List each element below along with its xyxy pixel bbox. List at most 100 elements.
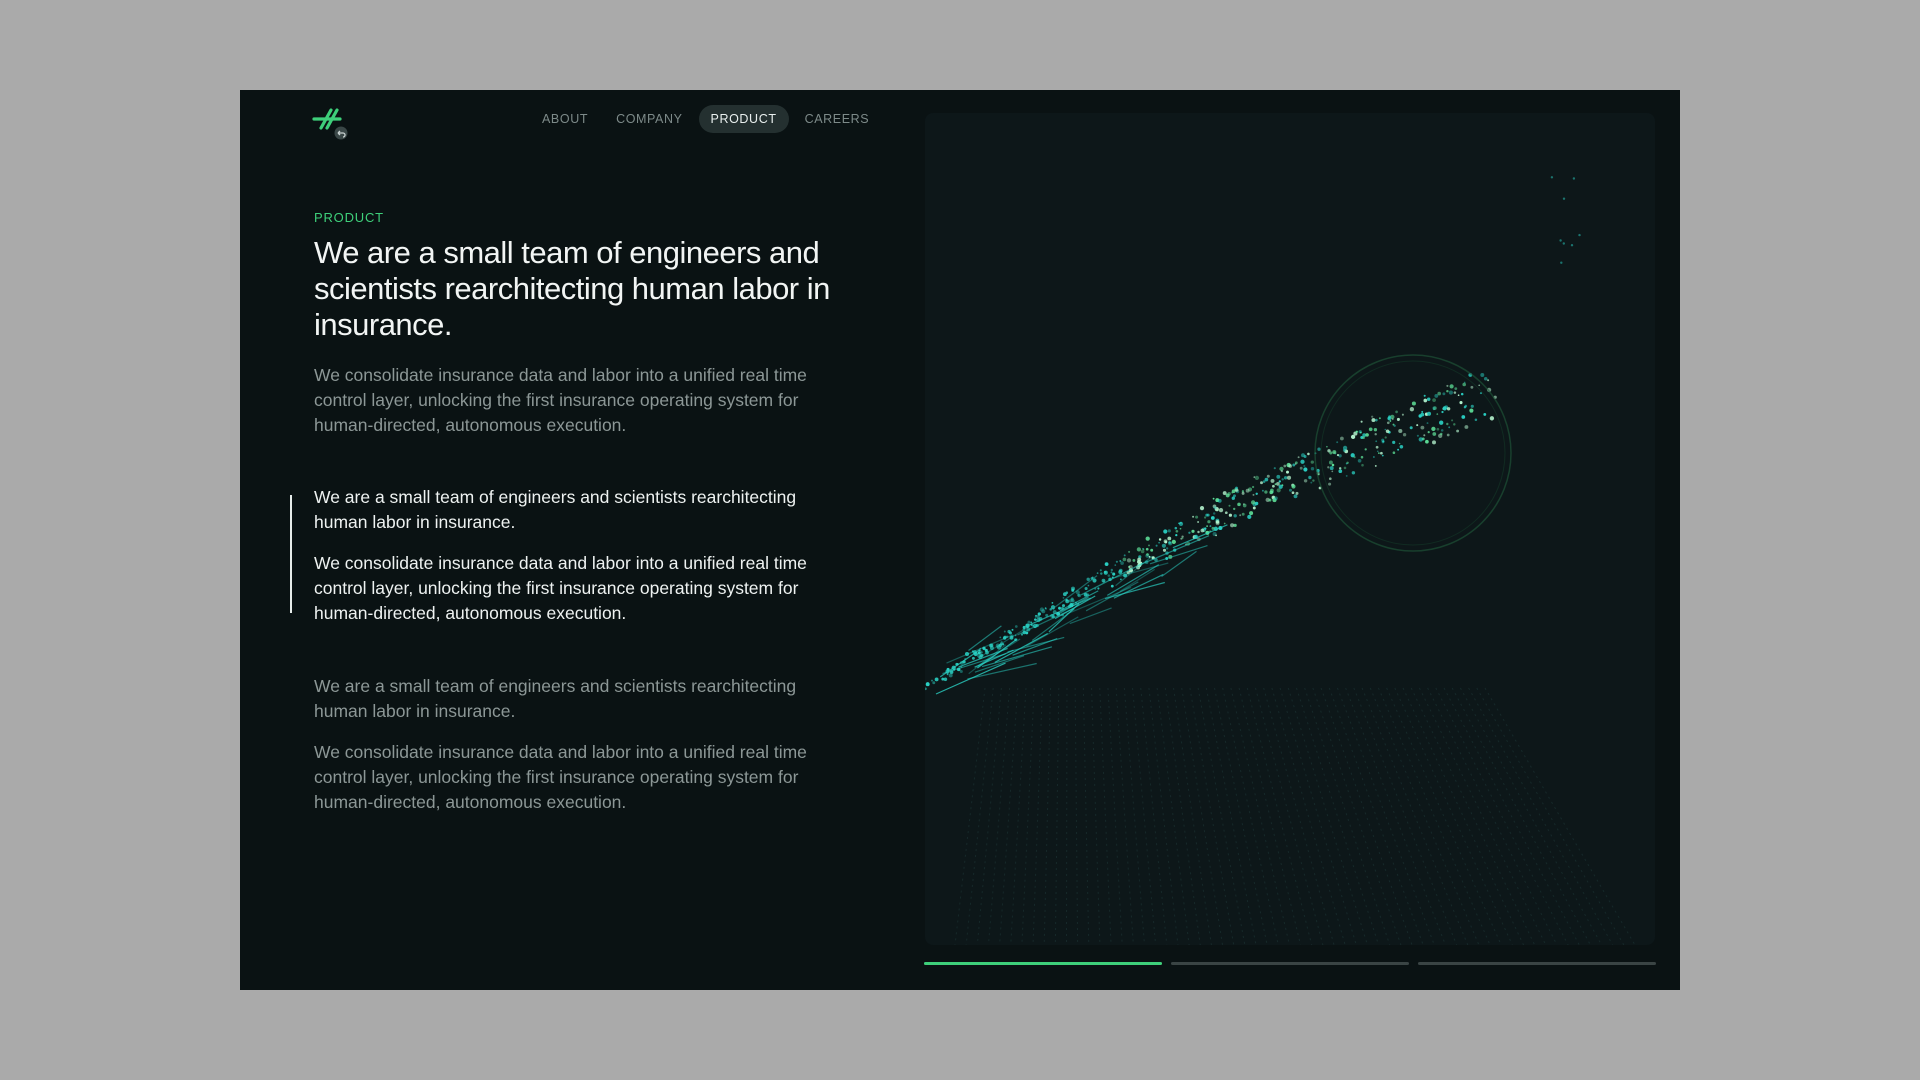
feature-item-2[interactable]: We are a small team of engineers and sci… [314, 674, 834, 831]
particle [1207, 520, 1211, 524]
particle [1331, 470, 1334, 473]
floor-grid-line [1043, 687, 1052, 945]
floor-grid-line [1054, 687, 1060, 945]
particle [1409, 407, 1415, 412]
particle [1336, 441, 1339, 444]
particle [1489, 416, 1495, 421]
floor-grid-line [1304, 687, 1391, 945]
particle [1058, 606, 1062, 610]
particle [1483, 376, 1488, 381]
particle [1175, 533, 1178, 537]
particle [1253, 476, 1256, 478]
particle [1191, 529, 1195, 533]
particle [1145, 536, 1150, 541]
particle [1401, 413, 1404, 416]
particle [1446, 407, 1451, 411]
particle [1378, 417, 1381, 420]
particle [1233, 514, 1237, 518]
particle [1432, 440, 1436, 445]
particle [1003, 630, 1006, 633]
particle [941, 677, 945, 681]
particle [1249, 511, 1254, 516]
particle [1281, 478, 1284, 481]
particle [1096, 572, 1099, 574]
floor-grid-line [1418, 687, 1547, 945]
particle [1237, 502, 1241, 507]
logo-asterisk-icon[interactable] [312, 106, 354, 146]
particle [1310, 460, 1314, 464]
particle [1427, 430, 1430, 434]
particle [1126, 558, 1132, 563]
particle [1375, 445, 1379, 449]
nav-item-careers[interactable]: CAREERS [793, 105, 882, 133]
particle [1061, 604, 1066, 608]
nav-item-company[interactable]: COMPANY [604, 105, 694, 133]
particle [1307, 452, 1310, 456]
particle [1254, 501, 1259, 506]
floor-grid-line [1156, 687, 1190, 945]
particle [1273, 467, 1276, 470]
particle [1381, 440, 1385, 444]
particle [1071, 599, 1075, 603]
particle [1331, 463, 1335, 467]
particle [1392, 440, 1396, 444]
floor-grid-line [1173, 687, 1212, 945]
particle [1570, 244, 1574, 247]
particle [1203, 516, 1207, 519]
particle [1446, 433, 1450, 437]
floor-grid-line [1115, 687, 1134, 945]
floor-grid-line [1459, 687, 1602, 945]
particle [1399, 445, 1404, 449]
floor-grid-line [1099, 687, 1112, 945]
feature-item-1[interactable]: We are a small team of engineers and sci… [314, 485, 834, 642]
particle [1432, 406, 1436, 410]
particle [1197, 521, 1200, 523]
particle [1270, 478, 1275, 483]
floor-grid-line [1197, 687, 1246, 945]
main-nav: ABOUT COMPANY PRODUCT CAREERS [530, 105, 881, 133]
feature-title: We are a small team of engineers and sci… [314, 487, 797, 532]
particle [1150, 548, 1154, 552]
particle [1310, 466, 1315, 471]
particle [999, 636, 1002, 639]
nav-item-product[interactable]: PRODUCT [698, 105, 789, 133]
carousel-progress-2[interactable] [1171, 962, 1409, 965]
particle [1112, 572, 1116, 576]
carousel-progress-1[interactable] [924, 962, 1162, 965]
particle [1051, 602, 1054, 604]
active-feature-indicator [290, 495, 292, 613]
particle [1175, 529, 1179, 533]
particle [1030, 621, 1033, 624]
particle [1385, 429, 1390, 434]
particle [1215, 534, 1217, 537]
particle [1329, 466, 1334, 471]
particle-canvas [925, 176, 1636, 945]
particle [1392, 451, 1396, 455]
particle [1146, 553, 1149, 556]
floor-grid-line [965, 687, 994, 945]
floor-grid-line [1402, 687, 1524, 945]
particle [1222, 491, 1227, 496]
particle [1384, 428, 1387, 431]
particle [1384, 436, 1387, 439]
particle [1027, 620, 1031, 624]
particle [1103, 570, 1108, 575]
particle [1260, 481, 1263, 485]
floor-grid-line [1353, 687, 1458, 945]
particle [1425, 439, 1429, 444]
floor-grid-line [1427, 687, 1558, 945]
particle [1097, 587, 1100, 590]
particle [1437, 391, 1442, 396]
page-title: We are a small team of engineers and sci… [314, 235, 830, 342]
particle [1233, 507, 1236, 511]
floor-grid-line [1361, 687, 1469, 945]
nav-item-about[interactable]: ABOUT [530, 105, 600, 133]
carousel-progress-3[interactable] [1418, 962, 1656, 965]
particle [1423, 434, 1426, 437]
particle [1345, 474, 1348, 477]
particle [1328, 460, 1333, 465]
particle [1440, 432, 1443, 436]
particle [1478, 384, 1481, 387]
particle [1426, 422, 1429, 425]
particle [1456, 429, 1460, 433]
